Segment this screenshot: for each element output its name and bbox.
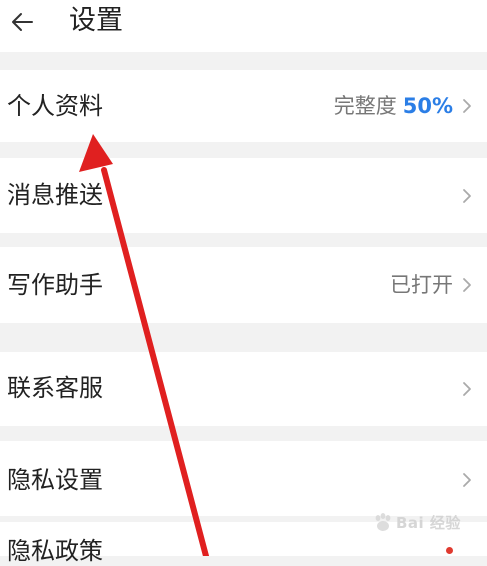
settings-row-privacy-settings[interactable]: 隐私设置: [0, 441, 487, 516]
row-label-notifications: 消息推送: [7, 181, 103, 209]
completeness-label: 完整度: [333, 94, 397, 118]
settings-row-writing-assistant[interactable]: 写作助手 已打开: [0, 247, 487, 323]
page-title: 设置: [69, 5, 123, 36]
profile-completeness: 完整度 50%: [334, 92, 453, 120]
writing-assistant-status: 已打开: [390, 273, 453, 297]
row-label-customer-service: 联系客服: [7, 374, 103, 402]
chevron-right-icon: [463, 473, 471, 487]
row-label-privacy-settings: 隐私设置: [7, 466, 103, 494]
back-arrow-icon[interactable]: [8, 6, 36, 36]
app-header: 设置: [0, 0, 487, 52]
chevron-right-icon: [463, 189, 471, 203]
chevron-right-icon: [463, 278, 471, 292]
chevron-right-icon: [463, 382, 471, 396]
settings-row-profile[interactable]: 个人资料 完整度 50%: [0, 70, 487, 142]
row-label-profile: 个人资料: [7, 92, 103, 120]
settings-row-customer-service[interactable]: 联系客服: [0, 352, 487, 426]
completeness-percent: 50%: [402, 94, 453, 118]
baidu-jingyan-watermark: Bai 经验: [370, 510, 480, 536]
unread-badge-dot: [446, 547, 453, 554]
paw-icon: [375, 513, 391, 531]
row-label-writing-assistant: 写作助手: [7, 271, 103, 299]
row-label-privacy-policy: 隐私政策: [7, 537, 103, 565]
watermark-text: Bai 经验: [396, 514, 461, 532]
chevron-right-icon: [463, 99, 471, 113]
settings-row-notifications[interactable]: 消息推送: [0, 158, 487, 233]
